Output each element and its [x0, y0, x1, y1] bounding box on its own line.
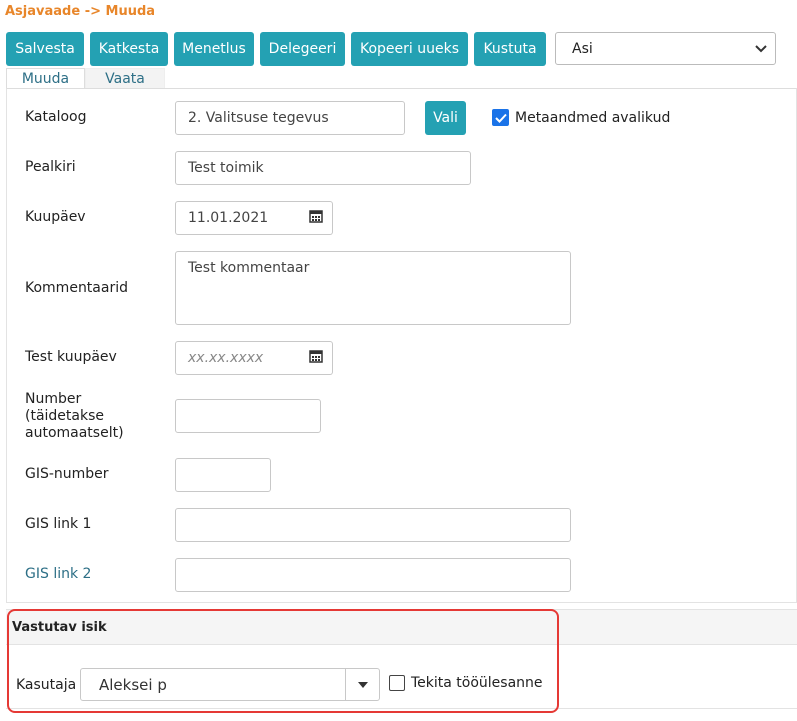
public-metadata-checkbox[interactable]: Metaandmed avalikud — [492, 109, 670, 126]
date-calendar-button[interactable] — [299, 201, 333, 235]
calendar-icon — [308, 349, 323, 367]
title-field[interactable]: Test toimik — [175, 151, 471, 185]
tab-edit[interactable]: Muuda — [6, 68, 85, 88]
breadcrumb: Asjavaade -> Muuda — [5, 4, 156, 19]
gis-link2-label[interactable]: GIS link 2 — [25, 566, 91, 582]
user-label: Kasutaja — [16, 677, 77, 693]
user-select-value: Aleksei p — [99, 675, 167, 694]
save-button[interactable]: Salvesta — [6, 32, 84, 66]
number-label-line: automaatselt) — [25, 425, 124, 441]
tab-view[interactable]: Vaata — [85, 68, 165, 88]
comments-field[interactable]: Test kommentaar — [175, 251, 571, 325]
catalog-label: Kataloog — [25, 109, 87, 125]
calendar-icon — [308, 209, 323, 227]
chevron-down-icon — [755, 42, 767, 56]
public-metadata-label: Metaandmed avalikud — [515, 109, 671, 126]
copy-as-new-button[interactable]: Kopeeri uueks — [351, 32, 468, 66]
delete-button[interactable]: Kustuta — [474, 32, 546, 66]
type-select-value: Asi — [572, 40, 593, 57]
checkbox-box[interactable] — [389, 675, 405, 691]
catalog-field[interactable]: 2. Valitsuse tegevus — [175, 101, 405, 135]
gis-link1-field[interactable] — [175, 508, 571, 542]
type-select[interactable]: Asi — [555, 32, 776, 65]
delegate-button[interactable]: Delegeeri — [260, 32, 345, 66]
number-label-line: Number — [25, 391, 82, 407]
date-label: Kuupäev — [25, 209, 86, 225]
test-date-calendar-button[interactable] — [299, 341, 333, 375]
test-date-label: Test kuupäev — [25, 349, 117, 365]
gis-link2-field[interactable] — [175, 558, 571, 592]
cancel-button[interactable]: Katkesta — [90, 32, 168, 66]
caret-down-icon[interactable] — [345, 669, 379, 700]
gis-number-field[interactable] — [175, 458, 271, 492]
number-field[interactable] — [175, 399, 321, 433]
choose-catalog-button[interactable]: Vali — [425, 101, 466, 135]
checkmark-icon — [492, 109, 509, 126]
proceeding-button[interactable]: Menetlus — [174, 32, 254, 66]
gis-link1-label: GIS link 1 — [25, 516, 92, 532]
create-task-checkbox[interactable]: Tekita tööülesanne — [389, 675, 543, 691]
tab-bar: Muuda Vaata — [6, 68, 165, 88]
number-label-line: (täidetakse — [25, 408, 105, 424]
title-label: Pealkiri — [25, 159, 76, 175]
number-label: Number (täidetakse automaatselt) — [25, 391, 124, 442]
responsible-section-header: Vastutav isik — [6, 609, 797, 645]
test-date-field[interactable]: xx.xx.xxxx — [175, 341, 300, 375]
comments-label: Kommentaarid — [25, 280, 128, 296]
gis-number-label: GIS-number — [25, 466, 109, 482]
toolbar: Salvesta Katkesta Menetlus Delegeeri Kop… — [6, 32, 546, 66]
user-select[interactable]: Aleksei p — [80, 668, 380, 701]
create-task-label: Tekita tööülesanne — [411, 675, 543, 691]
date-field[interactable]: 11.01.2021 — [175, 201, 300, 235]
